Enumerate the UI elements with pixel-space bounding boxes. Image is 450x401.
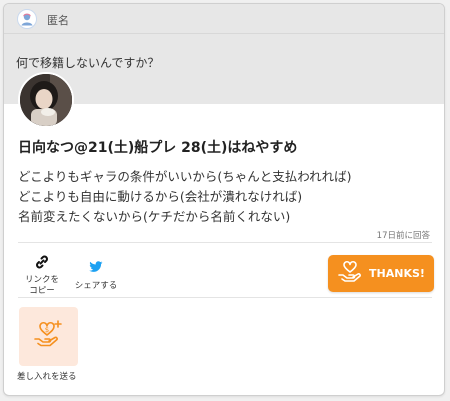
answer-line: どこよりも自由に動けるから(会社が潰れなければ) [18,189,303,204]
thanks-button[interactable]: THANKS! [328,255,434,292]
link-icon [22,254,62,274]
divider [18,242,432,243]
send-gift-label: 差し入れを送る [17,372,77,382]
copy-link-label-line1: リンクを [24,275,59,285]
svg-text:$: $ [44,326,48,334]
answered-timestamp: 17日前に回答 [376,231,430,241]
copy-link-button[interactable]: リンクを コピー [22,254,62,296]
answer-card: 匿名 何で移籍しないんですか？ 日向なつ@21(土)船プレ 28(土)はねやすめ… [3,3,445,396]
answer-line: 名前変えたくないから(ケチだから名前くれない) [18,209,291,224]
divider [18,297,432,298]
card-header: 匿名 [4,4,444,34]
send-gift-button[interactable]: $ [19,307,78,366]
question-text: 何で移籍しないんですか？ [16,56,160,70]
anonymous-name: 匿名 [47,14,69,27]
share-button[interactable]: シェアする [68,258,124,291]
answer-line: どこよりもギャラの条件がいいから(ちゃんと支払われれば) [18,169,352,184]
heart-gift-icon: $ [32,319,66,355]
thanks-label: THANKS! [369,267,425,280]
copy-link-label-line2: コピー [29,286,55,296]
share-label: シェアする [74,281,118,291]
answerer-name[interactable]: 日向なつ@21(土)船プレ 28(土)はねやすめ [18,137,297,157]
anonymous-user-icon [17,9,37,29]
answer-text: どこよりもギャラの条件がいいから(ちゃんと支払われれば) どこよりも自由に動ける… [18,167,352,227]
twitter-icon [68,258,124,277]
answerer-avatar[interactable] [18,72,74,128]
hand-heart-icon [337,260,363,288]
